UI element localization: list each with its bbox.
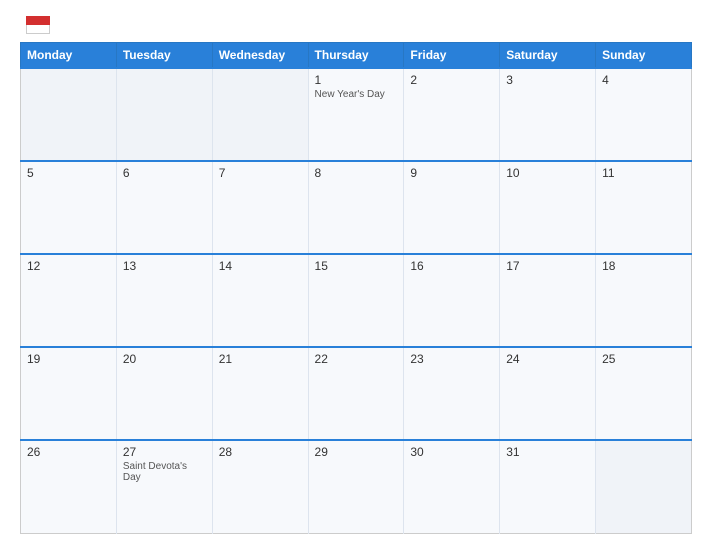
day-number: 15 [315,259,398,273]
day-number: 2 [410,73,493,87]
day-number: 1 [315,73,398,87]
calendar-cell: 17 [500,254,596,347]
calendar-cell [21,68,117,161]
calendar-cell: 2 [404,68,500,161]
day-number: 11 [602,166,685,180]
day-number: 27 [123,445,206,459]
calendar-cell: 24 [500,347,596,440]
calendar-cell: 9 [404,161,500,254]
calendar-cell [212,68,308,161]
day-number: 22 [315,352,398,366]
day-number: 16 [410,259,493,273]
weekday-saturday: Saturday [500,43,596,69]
day-number: 25 [602,352,685,366]
logo [20,16,50,34]
weekday-sunday: Sunday [596,43,692,69]
day-number: 5 [27,166,110,180]
week-row-2: 56789 10 11 [21,161,692,254]
calendar-cell: 25 [596,347,692,440]
day-number: 23 [410,352,493,366]
calendar-cell: 13 [116,254,212,347]
weekday-friday: Friday [404,43,500,69]
day-number: 20 [123,352,206,366]
day-number: 18 [602,259,685,273]
day-number: 26 [27,445,110,459]
day-number: 17 [506,259,589,273]
calendar-cell: 21 [212,347,308,440]
calendar-table: MondayTuesdayWednesdayThursdayFridaySatu… [20,42,692,534]
week-row-3: 12 13 14 15 16 17 18 [21,254,692,347]
calendar-cell: 3 [500,68,596,161]
calendar-cell: 16 [404,254,500,347]
calendar-cell: 31 [500,440,596,533]
header [20,16,692,34]
calendar-cell: 19 [21,347,117,440]
calendar-cell: 4 [596,68,692,161]
weekday-header-row: MondayTuesdayWednesdayThursdayFridaySatu… [21,43,692,69]
calendar-cell: 22 [308,347,404,440]
calendar-cell: 20 [116,347,212,440]
calendar-cell: 12 [21,254,117,347]
calendar-cell: 30 [404,440,500,533]
calendar-cell: 11 [596,161,692,254]
day-number: 9 [410,166,493,180]
calendar-cell: 27 Saint Devota's Day [116,440,212,533]
calendar-cell: 29 [308,440,404,533]
day-number: 29 [315,445,398,459]
day-event: New Year's Day [315,89,398,100]
weekday-wednesday: Wednesday [212,43,308,69]
calendar-cell: 15 [308,254,404,347]
calendar-cell: 28 [212,440,308,533]
day-number: 7 [219,166,302,180]
day-number: 31 [506,445,589,459]
day-number: 4 [602,73,685,87]
calendar-cell [596,440,692,533]
calendar-cell: 23 [404,347,500,440]
calendar-cell: 14 [212,254,308,347]
day-number: 10 [506,166,589,180]
day-number: 8 [315,166,398,180]
calendar-cell: 26 [21,440,117,533]
day-number: 21 [219,352,302,366]
week-row-5: 26 27 Saint Devota's Day 28 29 30 31 [21,440,692,533]
weekday-thursday: Thursday [308,43,404,69]
logo-flag-icon [26,16,50,34]
calendar-cell: 8 [308,161,404,254]
calendar-cell: 1 New Year's Day [308,68,404,161]
week-row-4: 19 20 21 22 23 24 25 [21,347,692,440]
day-number: 14 [219,259,302,273]
day-number: 6 [123,166,206,180]
calendar-cell: 5 [21,161,117,254]
day-number: 19 [27,352,110,366]
calendar-cell [116,68,212,161]
day-number: 13 [123,259,206,273]
calendar-cell: 7 [212,161,308,254]
day-number: 30 [410,445,493,459]
day-number: 3 [506,73,589,87]
calendar-cell: 6 [116,161,212,254]
day-number: 12 [27,259,110,273]
day-event: Saint Devota's Day [123,461,206,483]
week-row-1: 1 New Year's Day 234 [21,68,692,161]
calendar-cell: 18 [596,254,692,347]
day-number: 24 [506,352,589,366]
weekday-tuesday: Tuesday [116,43,212,69]
calendar-page: MondayTuesdayWednesdayThursdayFridaySatu… [0,0,712,550]
weekday-monday: Monday [21,43,117,69]
day-number: 28 [219,445,302,459]
calendar-cell: 10 [500,161,596,254]
